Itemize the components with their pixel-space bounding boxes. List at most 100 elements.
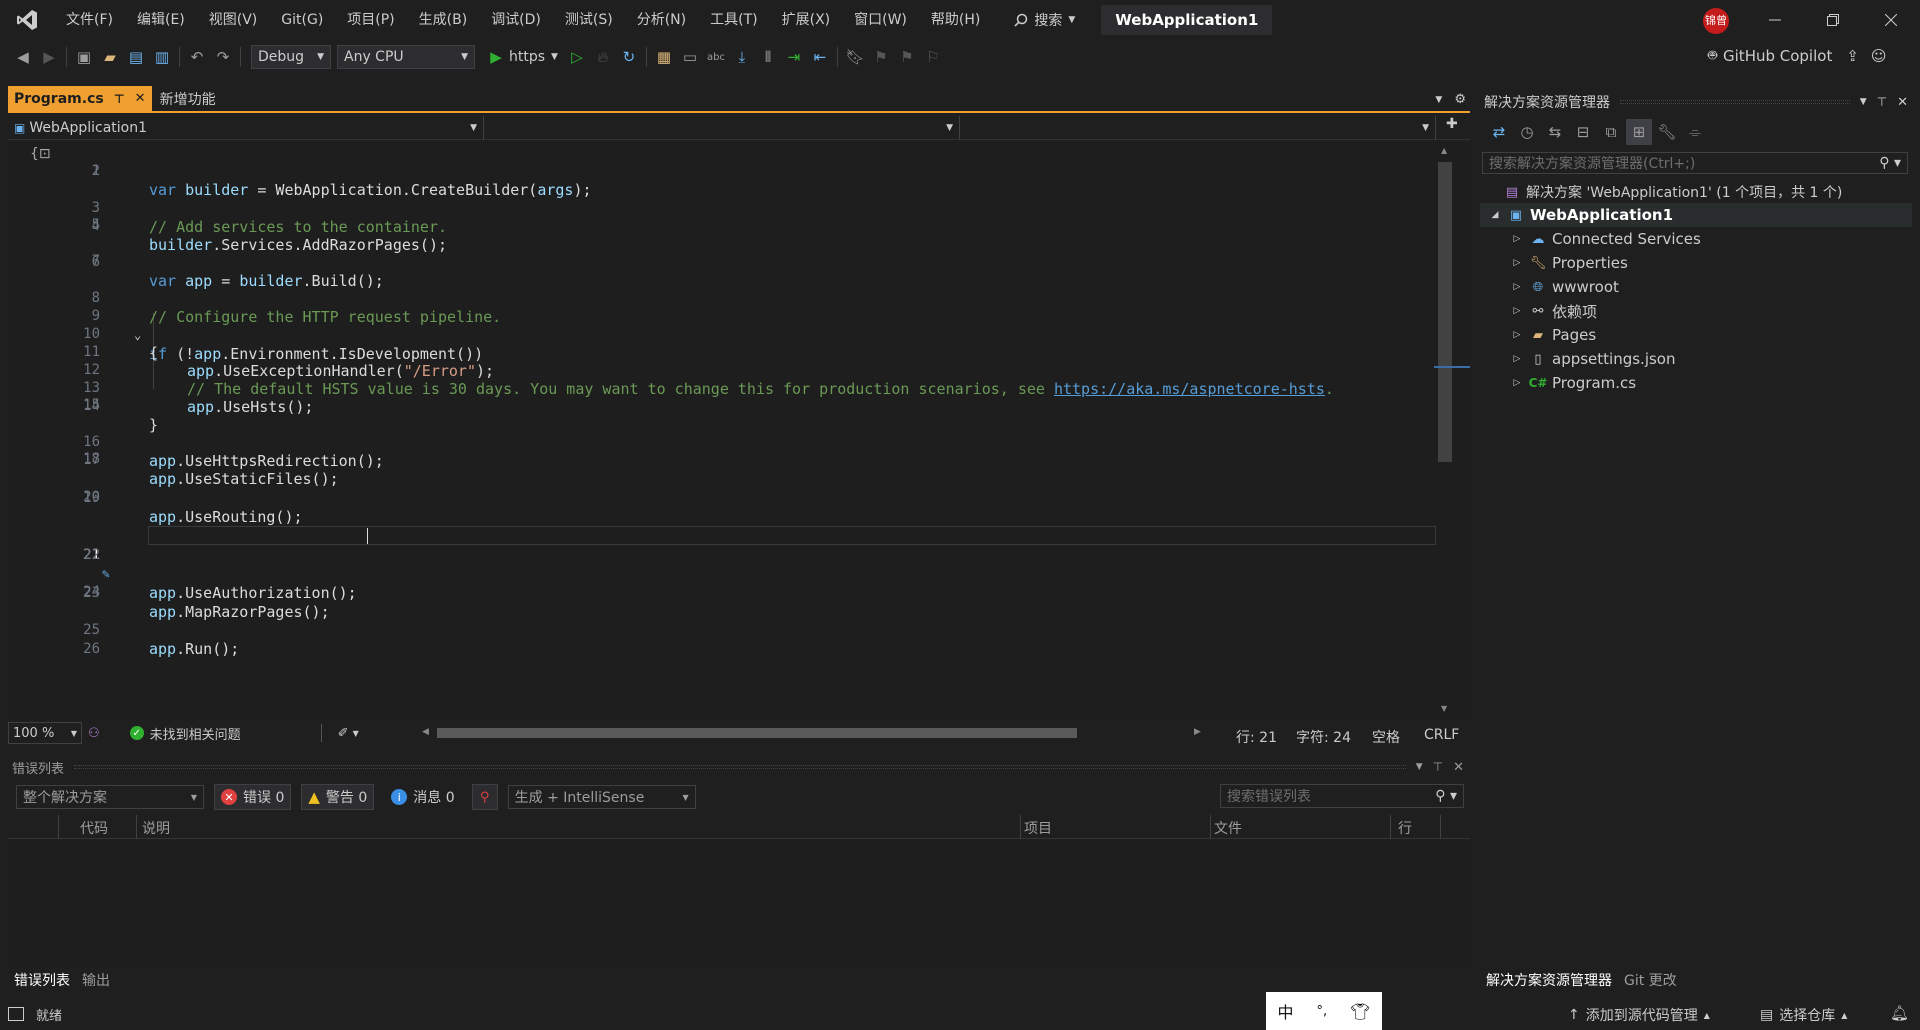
tab-error-list[interactable]: 错误列表 xyxy=(8,970,76,990)
tab-git-changes[interactable]: Git 更改 xyxy=(1618,970,1683,990)
save-icon[interactable]: ▤ xyxy=(123,44,149,70)
collapsed-arrow-icon[interactable]: ▷ xyxy=(1510,234,1524,244)
whitespace-mode[interactable]: 空格 xyxy=(1372,727,1400,747)
new-project-icon[interactable]: ▣ xyxy=(71,44,97,70)
menu-tools[interactable]: 工具(T) xyxy=(698,0,769,40)
settings-gear-icon[interactable]: ⚙ xyxy=(1454,92,1466,107)
menu-help[interactable]: 帮助(H) xyxy=(919,0,992,40)
menu-build[interactable]: 生成(B) xyxy=(407,0,480,40)
filter-icon[interactable]: ⚲ xyxy=(471,784,498,810)
tree-item-connected-services[interactable]: ▷ ☁ Connected Services xyxy=(1480,227,1912,251)
history-icon[interactable]: ◷ xyxy=(1514,119,1540,145)
visual-studio-logo-icon[interactable] xyxy=(0,0,54,40)
chevron-down-icon[interactable]: ▼ xyxy=(1416,762,1423,772)
close-icon[interactable]: ✕ xyxy=(1453,760,1464,775)
output-window-icon[interactable] xyxy=(8,1007,24,1021)
code-cleanup-brush-icon[interactable]: ✐ xyxy=(338,726,349,741)
start-debugging-icon[interactable]: ▶ xyxy=(483,44,509,70)
forward-icon[interactable]: ▶ xyxy=(36,44,62,70)
layout-icon[interactable]: ▭ xyxy=(677,44,703,70)
horizontal-scrollbar-thumb[interactable] xyxy=(437,728,1077,738)
menu-view[interactable]: 视图(V) xyxy=(197,0,270,40)
bookmark-icon[interactable]: 🔖︎ xyxy=(842,44,868,70)
split-editor-icon[interactable]: ✚ xyxy=(1446,116,1458,139)
close-tab-icon[interactable]: ✕ xyxy=(135,91,146,106)
chevron-down-icon[interactable]: ▼ xyxy=(353,729,359,738)
collapsed-arrow-icon[interactable]: ▷ xyxy=(1510,354,1524,364)
member-nav-dropdown[interactable]: ▼ xyxy=(960,116,1436,140)
tab-whats-new[interactable]: 新增功能 xyxy=(152,86,224,111)
notifications-bell-icon[interactable]: 🔔︎ xyxy=(1890,1004,1909,1022)
solution-config-dropdown[interactable]: Debug ▼ xyxy=(251,45,331,69)
char-position[interactable]: 字符: 24 xyxy=(1296,727,1351,747)
open-folder-icon[interactable]: ▰ xyxy=(97,44,123,70)
tree-item-wwwroot[interactable]: ▷ 🌐︎ wwwroot xyxy=(1480,275,1912,299)
column-code[interactable]: 代码 xyxy=(80,818,108,838)
menu-file[interactable]: 文件(F) xyxy=(54,0,125,40)
menu-debug[interactable]: 调试(D) xyxy=(479,0,553,40)
expanded-arrow-icon[interactable]: ◢ xyxy=(1488,210,1502,220)
messages-filter-button[interactable]: i 消息 0 xyxy=(384,784,461,810)
close-window-button[interactable] xyxy=(1862,0,1920,40)
menu-edit[interactable]: 编辑(E) xyxy=(125,0,197,40)
menu-git[interactable]: Git(G) xyxy=(269,0,335,40)
chevron-down-icon[interactable]: ▼ xyxy=(551,52,558,62)
errors-filter-button[interactable]: ✕ 错误 0 xyxy=(214,784,292,810)
tree-item-properties[interactable]: ▷ 🔧︎ Properties xyxy=(1480,251,1912,275)
scroll-right-icon[interactable]: ▶ xyxy=(1194,727,1201,737)
code-editor[interactable]: {⊡ 1 var builder = WebApplication.Create… xyxy=(8,142,1436,717)
ime-language[interactable]: 中 xyxy=(1278,999,1294,1023)
undo-icon[interactable]: ↶ xyxy=(184,44,210,70)
switch-view-icon[interactable]: ⊞ xyxy=(1626,119,1652,145)
minimize-button[interactable] xyxy=(1746,0,1804,40)
solution-explorer-search-input[interactable]: 搜索解决方案资源管理器(Ctrl+;) ⚲ ▾ xyxy=(1482,152,1908,174)
error-source-dropdown[interactable]: 生成 + IntelliSense ▼ xyxy=(507,785,696,809)
add-to-source-control[interactable]: ↑ 添加到源代码管理 ▲ xyxy=(1568,1005,1710,1025)
column-line[interactable]: 行 xyxy=(1398,818,1412,838)
tree-solution-node[interactable]: ▤ 解决方案 'WebApplication1' (1 个项目，共 1 个) xyxy=(1480,180,1912,204)
tree-item-program-cs[interactable]: ▷ C# Program.cs xyxy=(1480,371,1912,395)
collapsed-arrow-icon[interactable]: ▷ xyxy=(1510,306,1524,316)
line-position[interactable]: 行: 21 xyxy=(1236,727,1277,747)
clear-bookmarks-icon[interactable]: ⚐ xyxy=(920,44,946,70)
tree-item-appsettings[interactable]: ▷ ▯ appsettings.json xyxy=(1480,347,1912,371)
tab-list-chevron-icon[interactable]: ▼ xyxy=(1435,95,1442,105)
line-ending[interactable]: CRLF xyxy=(1424,727,1459,743)
column-file[interactable]: 文件 xyxy=(1214,818,1242,838)
sync-active-icon[interactable]: ⇆ xyxy=(1542,119,1568,145)
issues-status-label[interactable]: 未找到相关问题 xyxy=(150,724,241,743)
browse-icon[interactable]: ▦ xyxy=(651,44,677,70)
scroll-down-icon[interactable]: ▼ xyxy=(1441,704,1447,713)
pin-icon[interactable]: ⊤ xyxy=(1877,95,1887,109)
refresh-icon[interactable]: ↻ xyxy=(616,44,642,70)
preview-icon[interactable]: ⌯ xyxy=(1682,119,1708,145)
step-icon[interactable]: ⤓ xyxy=(729,44,755,70)
share-icon[interactable]: ⇪ xyxy=(1846,47,1859,65)
start-without-debugging-icon[interactable]: ▷ xyxy=(564,44,590,70)
restore-button[interactable] xyxy=(1804,0,1862,40)
collapse-all-icon[interactable]: ⊟ xyxy=(1570,119,1596,145)
columns-icon[interactable]: ⫴ xyxy=(755,44,781,70)
chevron-down-icon[interactable]: ▼ xyxy=(1860,97,1867,107)
ime-toolbar[interactable]: 中 °, 👕︎ xyxy=(1266,992,1382,1030)
github-copilot-button[interactable]: 🤖︎ GitHub Copilot ⇪ ☺ xyxy=(1708,45,1887,66)
properties-wrench-icon[interactable]: 🔧︎ xyxy=(1654,119,1680,145)
prev-bookmark-icon[interactable]: ⚑ xyxy=(868,44,894,70)
collapsed-arrow-icon[interactable]: ▷ xyxy=(1510,258,1524,268)
redo-icon[interactable]: ↷ xyxy=(210,44,236,70)
tree-item-pages[interactable]: ▷ ▰ Pages xyxy=(1480,323,1912,347)
ime-skin-icon[interactable]: 👕︎ xyxy=(1350,1002,1370,1021)
copilot-status-icon[interactable]: ⚇ xyxy=(88,726,100,741)
indent-icon[interactable]: ⇥ xyxy=(781,44,807,70)
ime-punctuation-icon[interactable]: °, xyxy=(1317,1004,1328,1019)
feedback-icon[interactable]: ☺ xyxy=(1871,47,1887,65)
account-avatar[interactable]: 锦曾 xyxy=(1703,8,1729,34)
scroll-up-icon[interactable]: ▲ xyxy=(1441,146,1447,155)
outdent-icon[interactable]: ⇤ xyxy=(807,44,833,70)
collapsed-arrow-icon[interactable]: ▷ xyxy=(1510,330,1524,340)
menu-analyze[interactable]: 分析(N) xyxy=(625,0,698,40)
solution-platform-dropdown[interactable]: Any CPU ▼ xyxy=(337,45,475,69)
pin-icon[interactable]: ⊤ xyxy=(114,92,125,106)
collapsed-arrow-icon[interactable]: ▷ xyxy=(1510,378,1524,388)
error-search-input[interactable]: 搜索错误列表 ⚲ ▾ xyxy=(1220,784,1464,808)
